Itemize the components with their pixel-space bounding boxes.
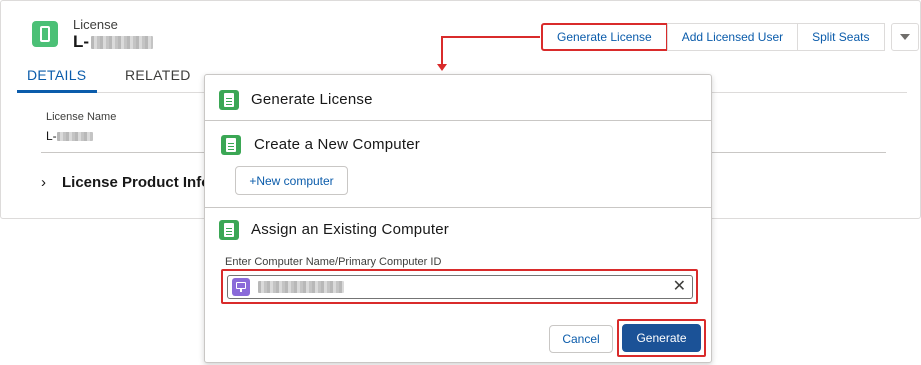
modal-divider	[205, 120, 711, 121]
redacted-value	[91, 36, 154, 50]
callout-arrow-line	[441, 36, 443, 66]
add-licensed-user-button[interactable]: Add Licensed User	[666, 23, 799, 51]
tab-details[interactable]: DETAILS	[17, 67, 97, 93]
generate-license-modal: Generate License Create a New Computer +…	[204, 74, 712, 363]
more-actions-button[interactable]	[890, 23, 919, 51]
input-highlight-box: ✕	[221, 269, 698, 304]
split-seats-button[interactable]: Split Seats	[797, 23, 885, 51]
modal-title: Generate License	[251, 91, 373, 108]
generate-license-button[interactable]: Generate License	[541, 23, 668, 51]
cancel-button[interactable]: Cancel	[549, 325, 613, 353]
callout-arrow-line	[441, 36, 540, 38]
record-actions: Generate License Add Licensed User Split…	[541, 23, 919, 51]
chevron-down-icon	[899, 34, 910, 40]
generate-button[interactable]: Generate	[622, 324, 701, 352]
computer-icon	[232, 278, 250, 296]
license-name-prefix: L-	[46, 129, 57, 143]
modal-divider	[205, 207, 711, 208]
assign-computer-heading: Assign an Existing Computer	[251, 221, 449, 238]
callout-arrow-head	[437, 64, 447, 71]
document-icon	[219, 220, 239, 240]
document-icon	[219, 90, 239, 110]
record-type-label: License	[73, 17, 118, 32]
record-title: L-	[73, 32, 154, 52]
new-computer-button[interactable]: +New computer	[235, 166, 348, 195]
close-icon[interactable]: ✕	[673, 278, 686, 296]
chevron-right-icon[interactable]: ›	[41, 174, 46, 191]
license-name-value: L-	[46, 129, 93, 143]
redacted-value	[56, 132, 93, 142]
create-computer-heading: Create a New Computer	[254, 136, 420, 153]
computer-lookup-label: Enter Computer Name/Primary Computer ID	[225, 256, 442, 268]
computer-lookup-input[interactable]: ✕	[227, 275, 693, 299]
tab-related[interactable]: RELATED	[125, 67, 191, 83]
license-name-label: License Name	[46, 111, 117, 123]
generate-highlight-box: Generate	[617, 319, 706, 357]
record-title-prefix: L-	[73, 32, 90, 51]
document-icon	[221, 135, 241, 155]
redacted-value	[258, 281, 344, 293]
phone-icon	[32, 21, 58, 47]
section-license-product-info[interactable]: License Product Info	[62, 174, 210, 191]
